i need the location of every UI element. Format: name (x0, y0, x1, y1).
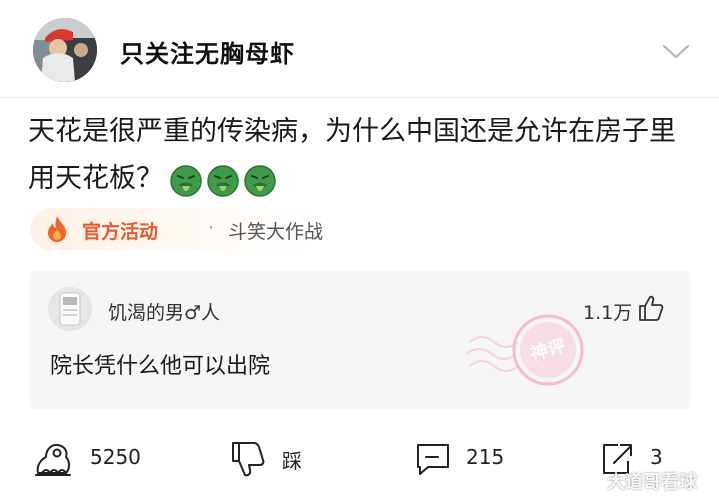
comment-count[interactable]: 215 (466, 445, 504, 469)
comment-icon[interactable] (412, 439, 454, 479)
comment-username[interactable]: 饥渴的男♂人 (108, 298, 220, 325)
avatar-image (33, 18, 97, 82)
comment-like-count: 1.1万 (583, 302, 633, 324)
tag-separator: · (208, 217, 215, 239)
fire-icon (48, 216, 66, 242)
divider (0, 97, 719, 98)
tag-topic: 斗笑大作战 (228, 221, 324, 243)
comment-avatar[interactable] (48, 287, 92, 331)
watermark: 大道哥看球 (607, 472, 697, 493)
author-name[interactable]: 只关注无胸母虾 (120, 34, 295, 69)
post-content: 天花是很严重的传染病，为什么中国还是允许在房子里用天花板？ (28, 116, 676, 194)
repost-count[interactable]: 5250 (90, 445, 141, 469)
shenping-stamp-icon: 神评 (465, 314, 584, 386)
comment-text: 院长凭什么他可以出院 (50, 354, 271, 379)
post-header: 只关注无胸母虾 (0, 0, 719, 90)
top-comment-card[interactable]: 饥渴的男♂人 神评 1.1万 院长凭什么他可以出院 (30, 270, 690, 410)
thumbs-up-icon[interactable] (638, 294, 664, 322)
vomit-face-icon (244, 164, 276, 197)
dislike-label[interactable]: 踩 (282, 445, 302, 474)
emoji-group (169, 156, 280, 203)
comment-avatar-image (48, 287, 92, 331)
chevron-down-icon[interactable] (660, 42, 692, 62)
repost-icon[interactable] (32, 439, 74, 479)
thumbs-down-icon[interactable] (228, 439, 270, 479)
vomit-face-icon (207, 164, 239, 197)
vomit-face-icon (170, 164, 202, 197)
share-count[interactable]: 3 (650, 445, 663, 469)
post-text: 天花是很严重的传染病，为什么中国还是允许在房子里用天花板？ (28, 108, 688, 203)
avatar[interactable] (33, 18, 97, 82)
activity-tag[interactable]: 官方活动 · 斗笑大作战 (30, 208, 330, 250)
tag-label: 官方活动 (82, 221, 159, 243)
